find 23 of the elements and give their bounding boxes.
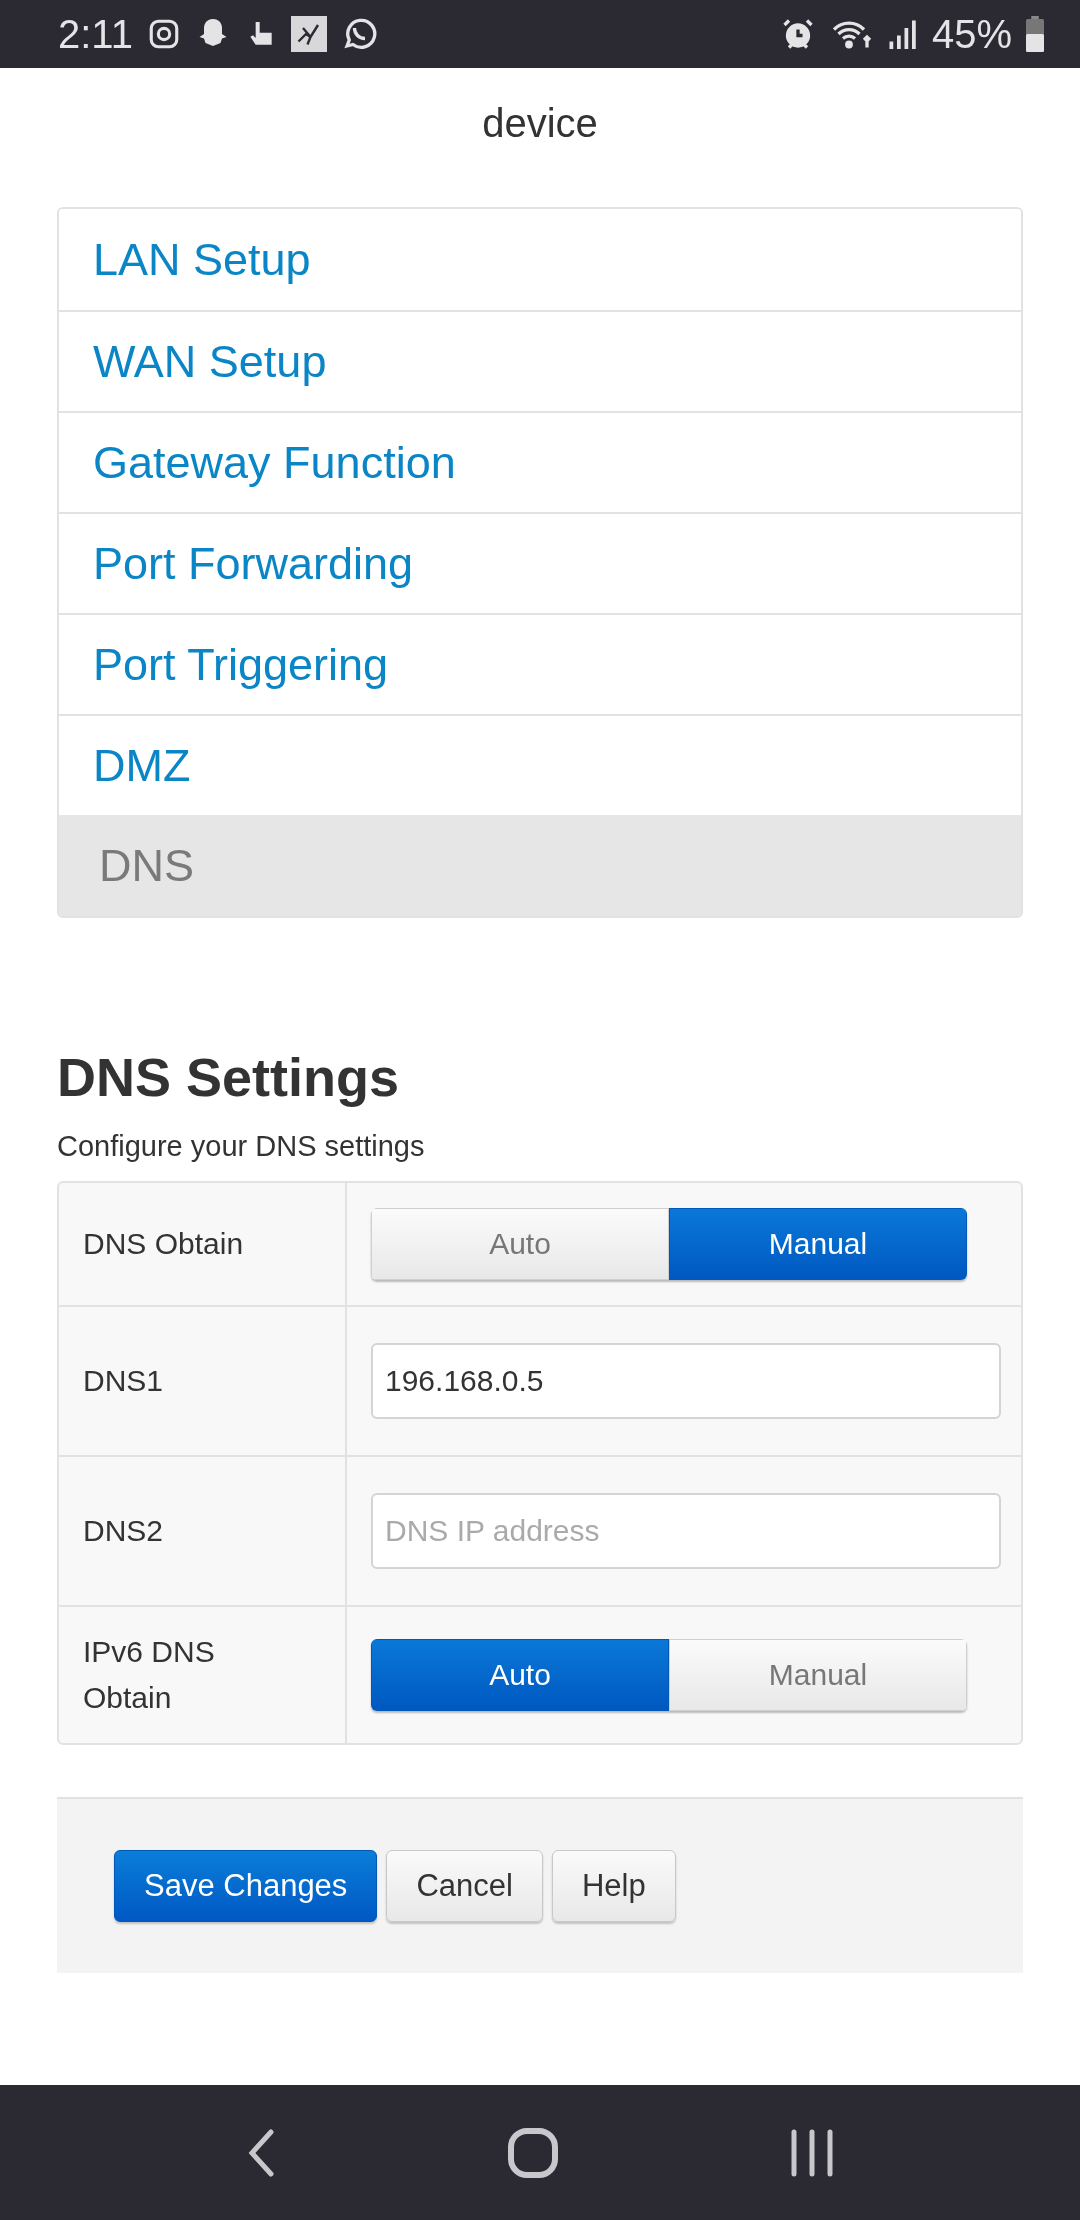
toggle-option[interactable]: Manual [669,1208,967,1280]
recents-icon[interactable] [790,2128,835,2177]
row-label: IPv6 DNS Obtain [59,1607,347,1743]
section-title: DNS Settings [57,1046,401,1108]
row-label: DNS Obtain [59,1183,347,1305]
battery-icon [1026,16,1044,52]
action-button[interactable]: Help [551,1850,676,1922]
action-button[interactable]: Cancel [386,1850,543,1922]
menu-item[interactable]: DNS [59,815,1021,916]
image-icon [290,16,327,52]
toggle-option[interactable]: Auto [371,1208,669,1280]
input-field[interactable]: DNS IP address [371,1493,1001,1569]
battery-percent: 45% [931,11,1012,57]
home-icon[interactable] [507,2126,559,2179]
input-field[interactable]: 196.168.0.5 [371,1343,1001,1419]
section-subtitle: Configure your DNS settings [57,1130,426,1163]
toggle-option[interactable]: Manual [669,1639,967,1711]
clock: 2:11 [58,11,133,57]
row-label: DNS2 [59,1457,347,1605]
row-label: DNS1 [59,1307,347,1455]
toggle-option[interactable]: Auto [371,1639,669,1711]
save-button[interactable]: Save Changes [114,1850,378,1922]
menu-description: device [481,100,599,147]
